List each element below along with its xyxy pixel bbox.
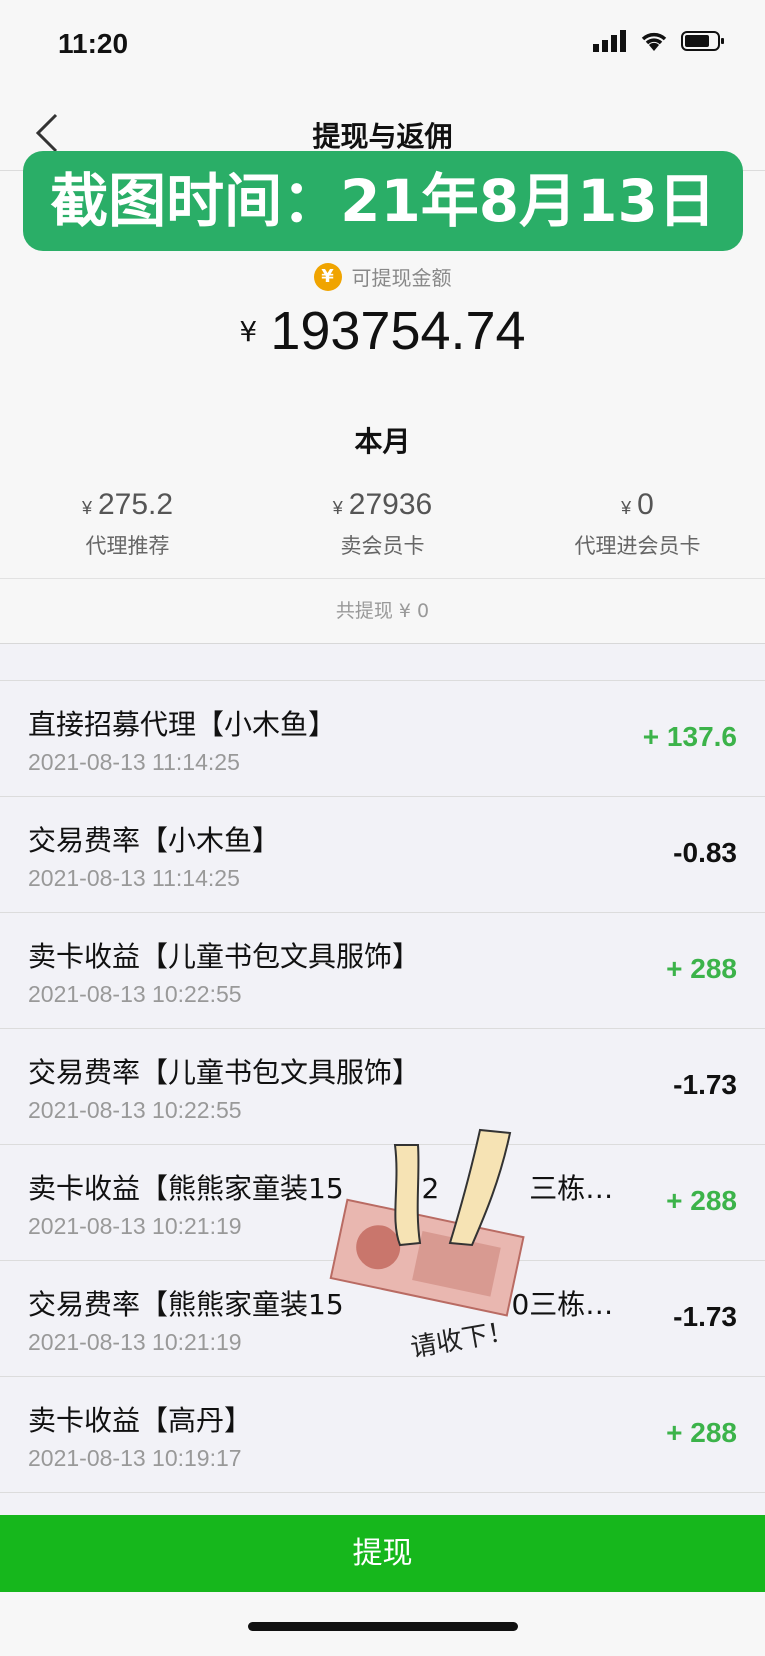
transaction-amount: -1.73 (673, 1069, 737, 1100)
battery-icon (681, 31, 724, 51)
transaction-time: 2021-08-13 10:22:55 (28, 1097, 242, 1123)
home-indicator-area (0, 1592, 765, 1656)
money-hands-sticker-icon: 请收下！ (329, 1128, 525, 1364)
transaction-time: 2021-08-13 10:21:19 (28, 1329, 242, 1355)
transaction-time: 2021-08-13 10:19:17 (28, 1445, 242, 1471)
stat-value: 27936 (348, 488, 433, 521)
list-item[interactable]: 卖卡收益【儿童书包文具服饰】 2021-08-13 10:22:55 + 288 (0, 913, 765, 1029)
status-time: 11:20 (58, 28, 129, 59)
list-item[interactable]: 卖卡收益【高丹】 2021-08-13 10:19:17 + 288 (0, 1377, 765, 1493)
total-withdrawn: 共提现 ¥ 0 (0, 578, 765, 644)
cellular-signal-icon (593, 30, 626, 52)
balance-label-row: ¥ 可提现金额 (0, 262, 765, 291)
balance-amount: ¥ 193754.74 (0, 300, 765, 362)
stat-agent-membership: ¥0 代理进会员卡 (510, 488, 765, 560)
stat-label: 卖会员卡 (340, 534, 425, 558)
transaction-title: 直接招募代理【小木鱼】 (28, 708, 337, 741)
yen-coin-icon: ¥ (313, 262, 342, 291)
wifi-icon (641, 32, 667, 51)
stat-membership-sales: ¥27936 卖会员卡 (255, 488, 510, 560)
transaction-amount: + 288 (666, 1185, 737, 1216)
stat-value: 0 (637, 488, 654, 521)
transaction-amount: -1.73 (673, 1301, 737, 1332)
transaction-time: 2021-08-13 11:14:25 (28, 865, 240, 891)
balance-label: 可提现金额 (351, 266, 452, 290)
stat-agent-referral: ¥275.2 代理推荐 (0, 488, 255, 560)
month-title: 本月 (354, 425, 411, 458)
home-indicator[interactable] (248, 1622, 518, 1631)
transaction-title: 卖卡收益【儿童书包文具服饰】 (28, 940, 421, 973)
transaction-title: 交易费率【儿童书包文具服饰】 (28, 1056, 421, 1089)
stat-label: 代理进会员卡 (574, 534, 701, 558)
sticker-caption: 请收下！ (408, 1316, 516, 1364)
transaction-amount: + 288 (666, 953, 737, 984)
transaction-title-start: 卖卡收益【熊熊家童装15 (28, 1172, 344, 1205)
withdraw-button[interactable]: 提现 (0, 1515, 765, 1592)
transaction-amount: -0.83 (673, 837, 737, 868)
transaction-amount: + 137.6 (642, 721, 737, 752)
transaction-amount: + 288 (666, 1417, 737, 1448)
list-item[interactable]: 直接招募代理【小木鱼】 2021-08-13 11:14:25 + 137.6 (0, 681, 765, 797)
stat-currency: ¥ (621, 498, 632, 518)
transaction-title-start: 交易费率【熊熊家童装15 (28, 1288, 344, 1321)
balance-currency: ¥ (239, 314, 258, 348)
transaction-time: 2021-08-13 11:14:25 (28, 749, 240, 775)
page-title: 提现与返佣 (312, 120, 453, 153)
balance-value: 193754.74 (270, 301, 526, 361)
transaction-time: 2021-08-13 10:22:55 (28, 981, 242, 1007)
stat-value: 275.2 (97, 488, 174, 521)
transaction-time: 2021-08-13 10:21:19 (28, 1213, 242, 1239)
stat-currency: ¥ (81, 498, 92, 518)
status-bar: 11:20 (0, 0, 765, 95)
transaction-title: 交易费率【小木鱼】 (28, 824, 281, 857)
screenshot-time-banner: 截图时间：21年8月13日 (23, 151, 743, 251)
status-icons (593, 30, 725, 52)
transaction-title: 卖卡收益【高丹】 (28, 1404, 253, 1437)
list-item[interactable]: 交易费率【小木鱼】 2021-08-13 11:14:25 -0.83 (0, 797, 765, 913)
stat-label: 代理推荐 (85, 534, 170, 558)
stat-currency: ¥ (332, 498, 343, 518)
monthly-stats: ¥275.2 代理推荐 ¥27936 卖会员卡 ¥0 代理进会员卡 (0, 488, 765, 560)
transaction-list[interactable]: 直接招募代理【小木鱼】 2021-08-13 11:14:25 + 137.6 … (0, 680, 765, 1493)
